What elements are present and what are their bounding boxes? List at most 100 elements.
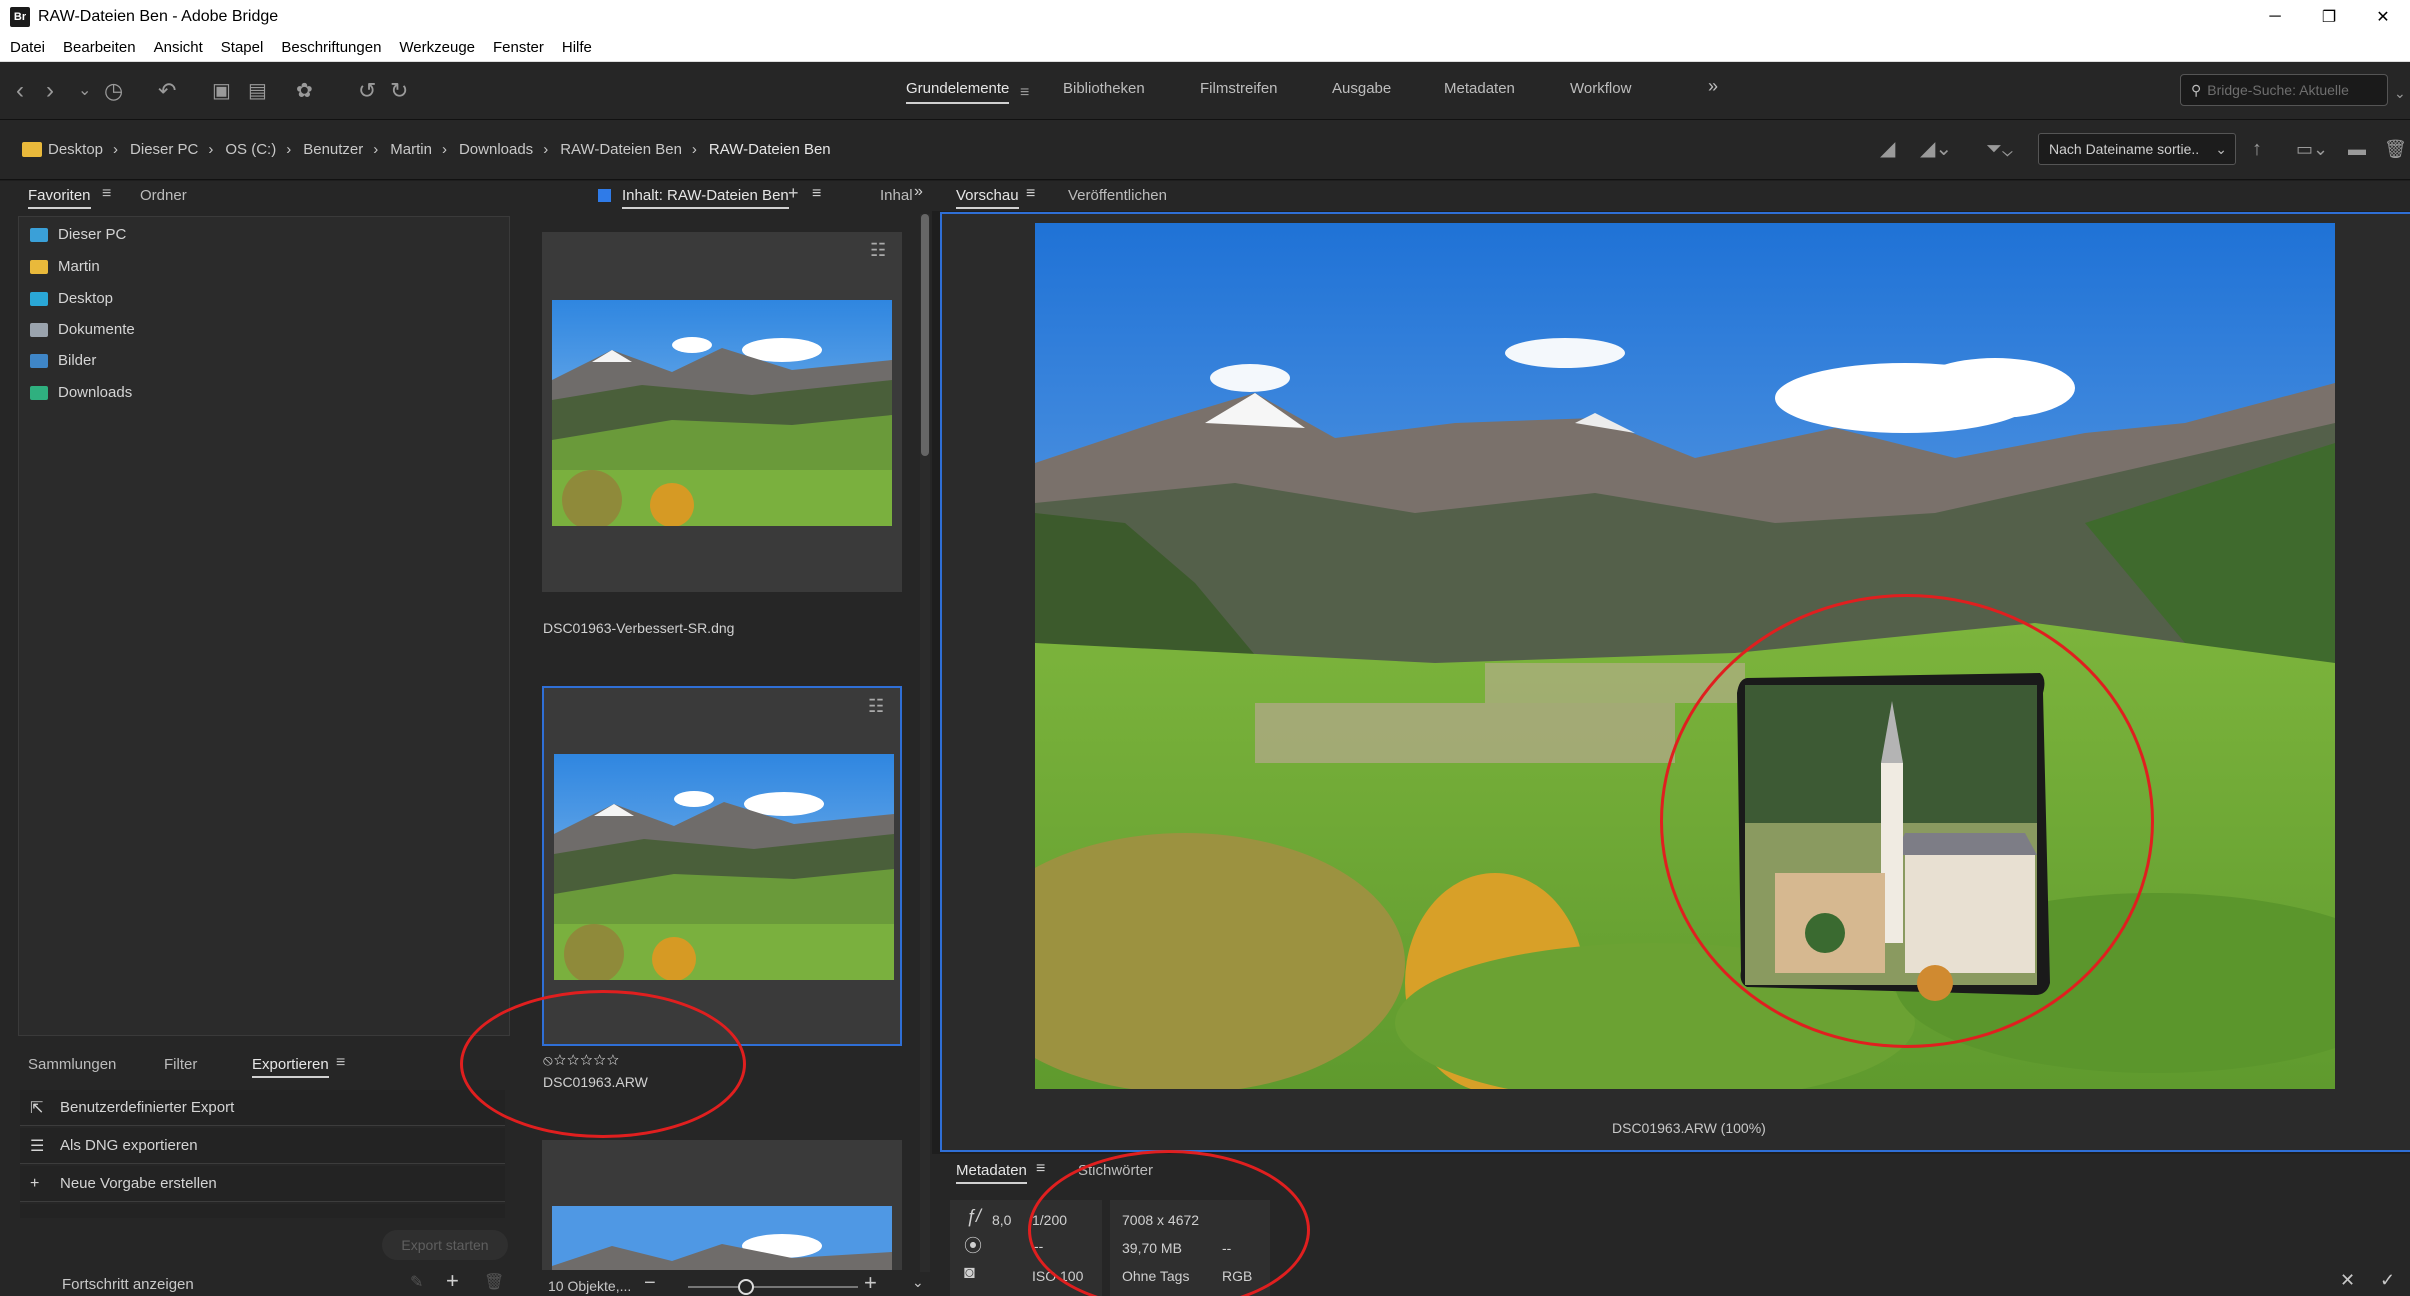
maximize-icon[interactable]: ❐ [2302,0,2356,34]
slider-handle[interactable] [738,1279,754,1295]
scrollbar-thumb[interactable] [921,214,929,456]
forward-icon[interactable]: › [46,76,54,106]
export-start-button[interactable]: Export starten [382,1230,508,1260]
breadcrumb-separator-icon[interactable]: › [373,141,378,158]
recent-history-icon[interactable]: ◷ [104,76,123,106]
new-folder-icon[interactable]: ▬ [2348,134,2366,164]
tab-content-partial[interactable]: Inhal [880,187,913,204]
cancel-icon[interactable]: ✕ [2340,1270,2355,1291]
breadcrumb-separator-icon[interactable]: › [286,141,291,158]
recent-folders-icon[interactable]: ▭⌄ [2296,134,2328,164]
chevron-down-icon[interactable]: ⌄ [78,76,91,106]
panel-menu-icon[interactable]: ≡ [812,185,821,203]
tab-sammlungen[interactable]: Sammlungen [28,1056,116,1073]
fav-dieser-pc[interactable]: Dieser PC [30,226,126,243]
workspace-ausgabe[interactable]: Ausgabe [1332,80,1391,104]
back-icon[interactable]: ‹ [16,76,24,106]
fav-martin[interactable]: Martin [30,258,100,275]
breadcrumb-separator-icon[interactable]: › [692,141,697,158]
breadcrumb-os-c[interactable]: OS (C:) [225,141,276,158]
menu-hilfe[interactable]: Hilfe [562,39,592,56]
breadcrumb-separator-icon[interactable]: › [543,141,548,158]
panel-menu-icon[interactable]: ≡ [1026,185,1035,203]
fav-desktop[interactable]: Desktop [30,290,113,307]
breadcrumb-martin[interactable]: Martin [390,141,432,158]
breadcrumb-downloads[interactable]: Downloads [459,141,533,158]
rating-filter-icon[interactable]: ◢⌄ [1920,134,1952,164]
rotate-left-icon[interactable]: ↺ [358,76,376,106]
quality-icon[interactable]: ◢ [1880,134,1895,164]
close-window-icon[interactable]: ✕ [2356,0,2410,34]
tab-ordner[interactable]: Ordner [140,187,187,204]
adjustments-icon[interactable]: ☷ [868,696,892,718]
zoom-out-icon[interactable]: − [644,1272,656,1295]
search-field[interactable]: ⚲ Bridge-Suche: Aktuelle [2180,74,2388,106]
tab-exportieren[interactable]: Exportieren [252,1056,329,1078]
menu-beschriftungen[interactable]: Beschriftungen [281,39,381,56]
tab-veroeffentlichen[interactable]: Veröffentlichen [1068,187,1167,204]
export-dng[interactable]: ☰ Als DNG exportieren [20,1128,505,1164]
delete-icon[interactable]: 🗑 [484,1272,504,1292]
progress-label[interactable]: Fortschritt anzeigen [62,1276,194,1293]
thumbnail-card[interactable] [542,1140,902,1270]
adjustments-icon[interactable]: ☷ [870,240,894,262]
trash-icon[interactable]: 🗑 [2384,134,2407,164]
tab-content[interactable]: Inhalt: RAW-Dateien Ben [622,187,789,209]
breadcrumb-current[interactable]: RAW-Dateien Ben [709,141,831,158]
tab-filter[interactable]: Filter [164,1056,197,1073]
panel-menu-icon[interactable]: ≡ [1036,1160,1045,1178]
minimize-icon[interactable]: ─ [2248,0,2302,34]
menu-bearbeiten[interactable]: Bearbeiten [63,39,136,56]
breadcrumb-separator-icon[interactable]: › [208,141,213,158]
breadcrumb-raw-dateien[interactable]: RAW-Dateien Ben [560,141,682,158]
panel-menu-icon[interactable]: ≡ [102,185,111,203]
workspace-workflow[interactable]: Workflow [1570,80,1631,104]
pencil-icon[interactable]: ✎ [410,1272,423,1292]
search-dropdown-icon[interactable]: ⌄ [2394,78,2406,108]
more-tabs-icon[interactable]: » [914,183,923,201]
export-new-preset[interactable]: + Neue Vorgabe erstellen [20,1166,505,1202]
rotate-right-icon[interactable]: ↻ [390,76,408,106]
add-icon[interactable]: + [446,1268,459,1294]
thumbnail-size-slider[interactable] [688,1286,858,1288]
workspace-metadaten[interactable]: Metadaten [1444,80,1515,104]
chevron-down-icon[interactable]: ⌄ [912,1274,924,1291]
thumbnail-card[interactable]: ☷ [542,232,902,592]
more-workspaces-icon[interactable]: » [1708,76,1718,100]
open-in-camera-raw-icon[interactable]: ✿ [296,76,313,106]
tab-vorschau[interactable]: Vorschau [956,187,1019,209]
workspace-bibliotheken[interactable]: Bibliotheken [1063,80,1145,104]
refine-icon[interactable]: ▤ [248,76,267,106]
menu-stapel[interactable]: Stapel [221,39,264,56]
fav-downloads[interactable]: Downloads [30,384,132,401]
preview-image[interactable] [1035,223,2335,1089]
panel-menu-icon[interactable]: ≡ [336,1054,345,1072]
file-name[interactable]: DSC01963-Verbessert-SR.dng [543,620,734,636]
tab-favoriten[interactable]: Favoriten [28,187,91,209]
tab-metadaten[interactable]: Metadaten [956,1162,1027,1184]
breadcrumb-separator-icon[interactable]: › [113,141,118,158]
menu-ansicht[interactable]: Ansicht [154,39,203,56]
breadcrumb-benutzer[interactable]: Benutzer [303,141,363,158]
export-custom[interactable]: ⇱ Benutzerdefinierter Export [20,1090,505,1126]
menu-fenster[interactable]: Fenster [493,39,544,56]
camera-import-icon[interactable]: ▣ [212,76,231,106]
filter-icon[interactable]: ⏷⌄ [1986,134,2013,164]
sort-dropdown[interactable]: Nach Dateiname sortie.. ⌄ [2038,133,2236,165]
boomerang-icon[interactable]: ↶ [158,76,176,106]
menu-datei[interactable]: Datei [10,39,45,56]
workspace-menu-icon[interactable]: ≡ [1020,78,1029,108]
breadcrumb-separator-icon[interactable]: › [442,141,447,158]
breadcrumb-dieser-pc[interactable]: Dieser PC [130,141,198,158]
workspace-filmstreifen[interactable]: Filmstreifen [1200,80,1278,104]
workspace-grundelemente[interactable]: Grundelemente [906,80,1010,104]
menu-werkzeuge[interactable]: Werkzeuge [399,39,475,56]
sort-direction-icon[interactable]: ↑ [2252,134,2262,164]
apply-icon[interactable]: ✓ [2380,1270,2395,1291]
search-icon: ⚲ [2191,81,2202,98]
breadcrumb-desktop[interactable]: Desktop [48,141,103,158]
fav-bilder[interactable]: Bilder [30,352,96,369]
fav-dokumente[interactable]: Dokumente [30,321,135,338]
add-tab-icon[interactable]: + [788,183,799,204]
zoom-in-icon[interactable]: + [864,1270,877,1296]
